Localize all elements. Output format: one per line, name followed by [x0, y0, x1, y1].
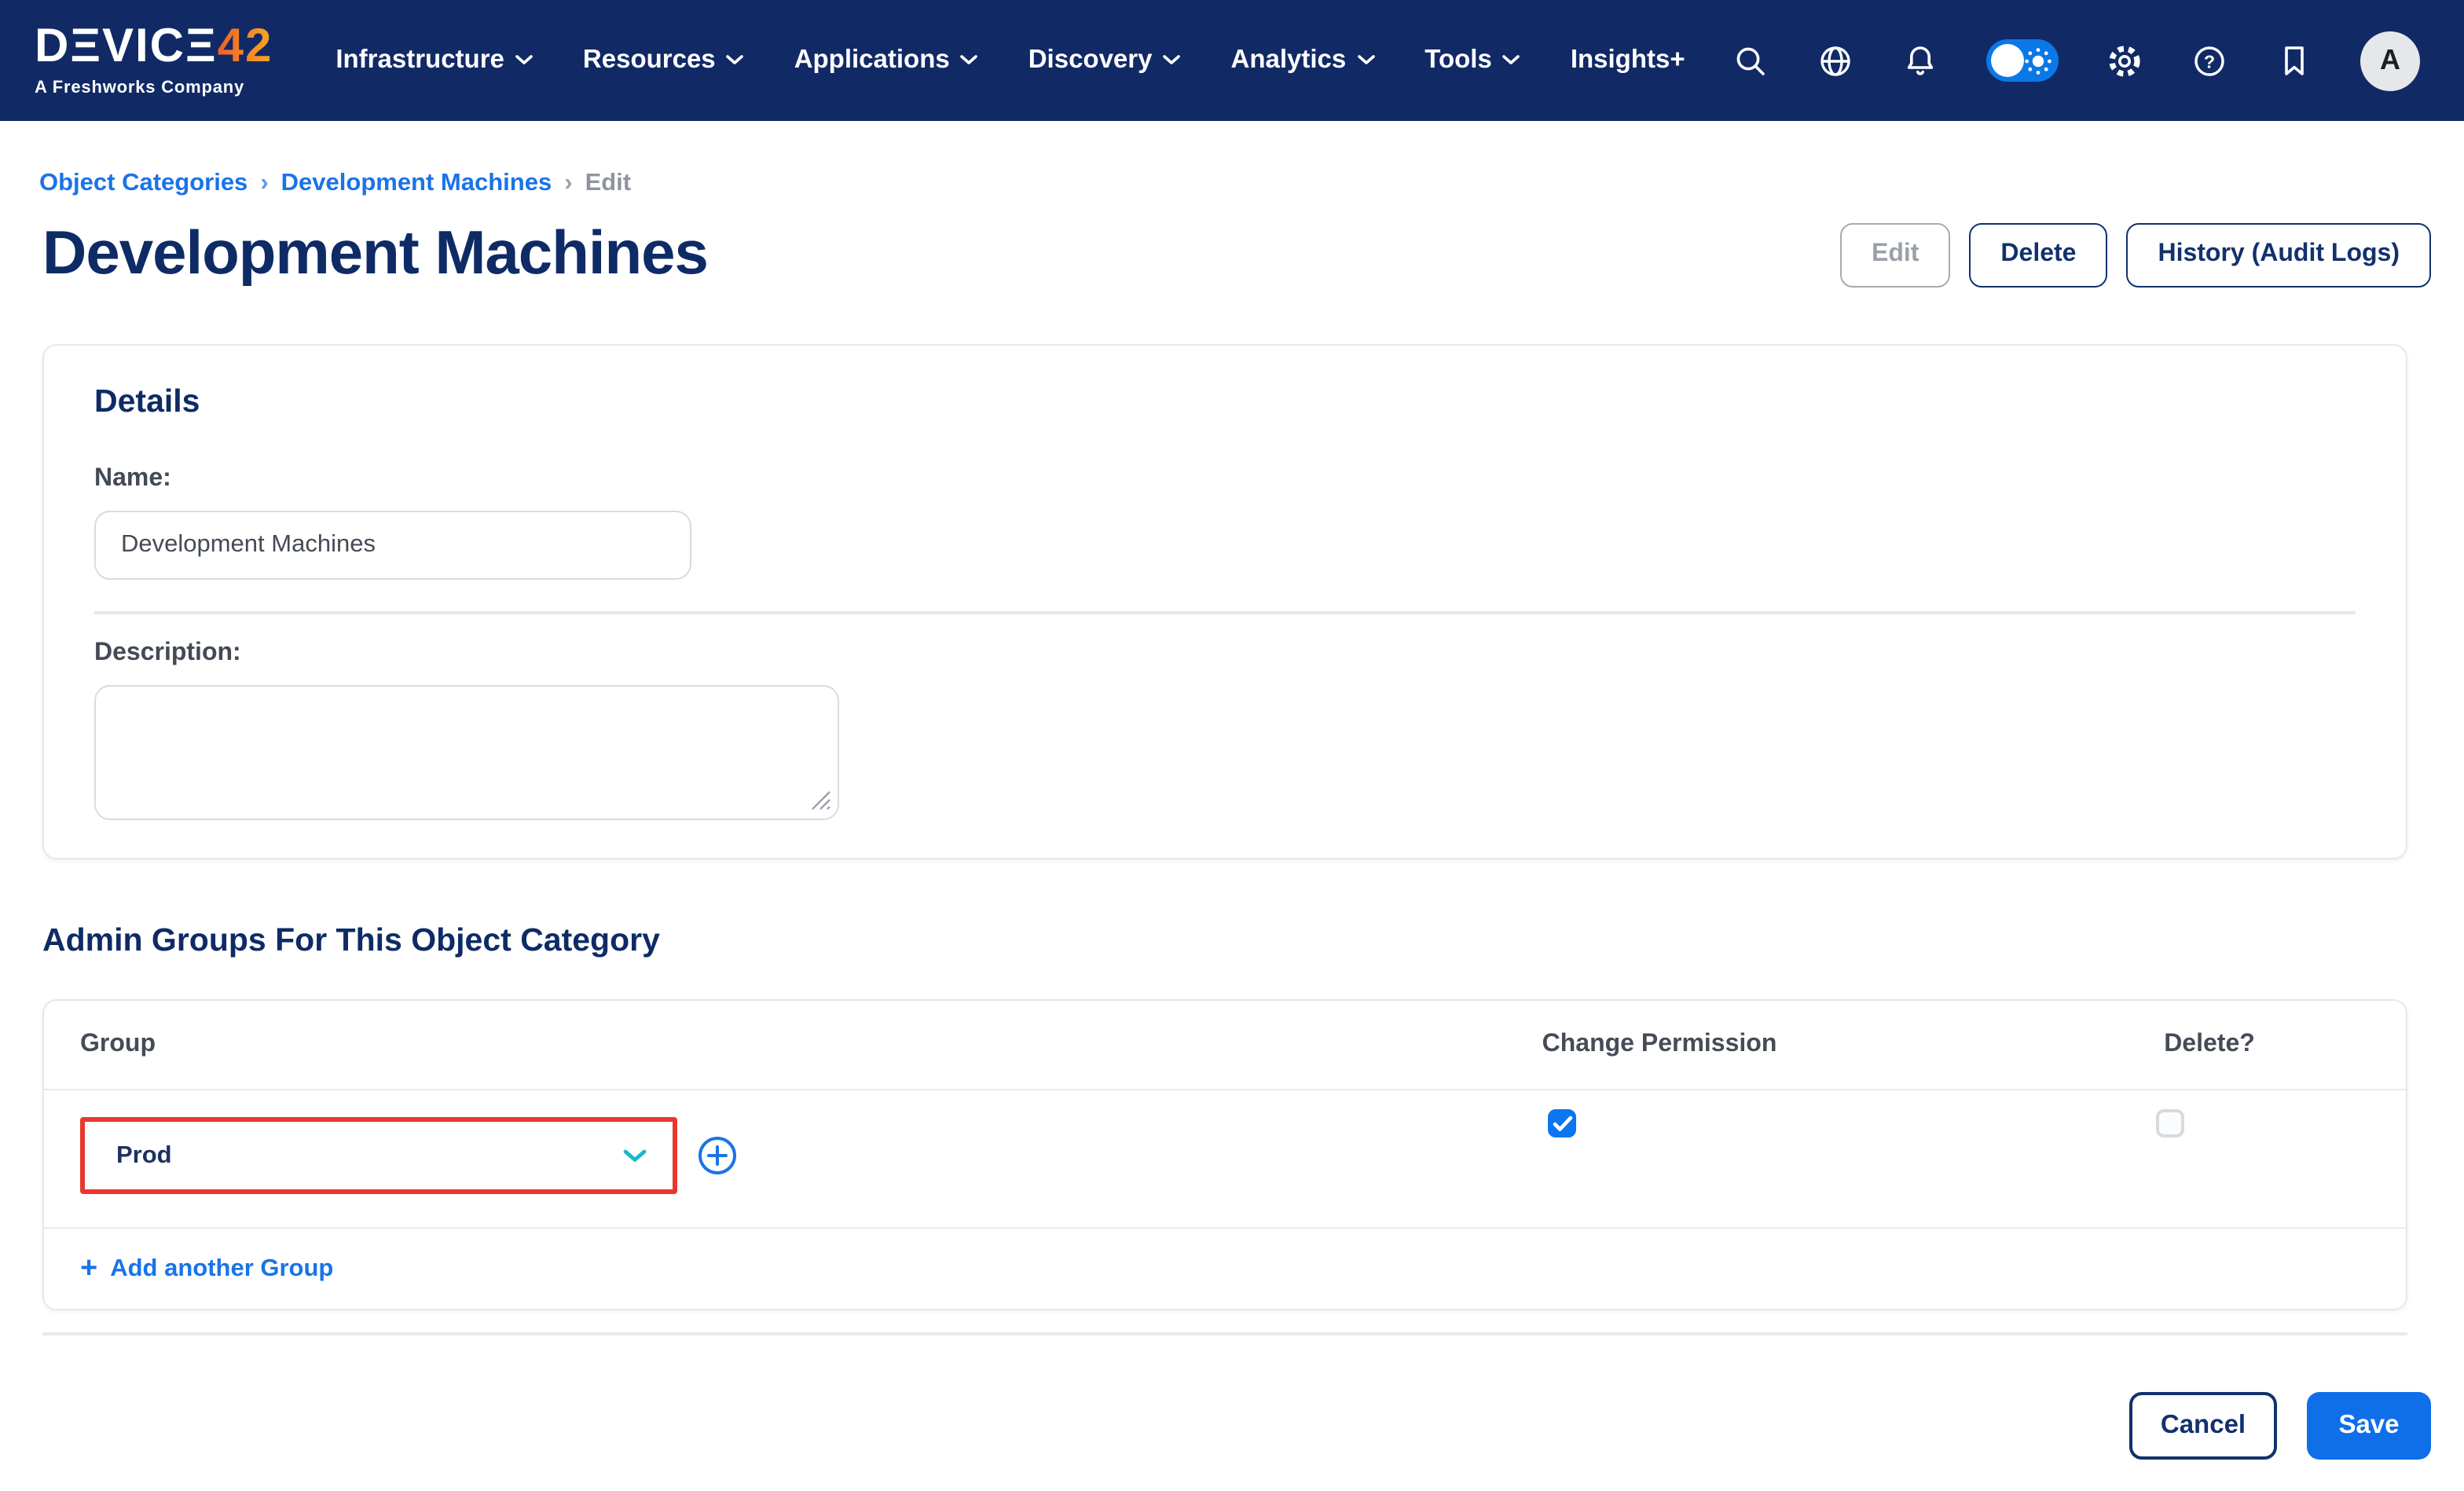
page-header: Development Machines Edit Delete History… [42, 217, 2431, 292]
bookmark-icon[interactable] [2275, 42, 2313, 79]
save-button[interactable]: Save [2307, 1392, 2431, 1460]
help-icon[interactable]: ? [2191, 42, 2228, 79]
logo-word: DΞVICΞ [35, 20, 218, 72]
change-permission-checkbox[interactable] [1548, 1109, 1576, 1137]
column-header-delete: Delete? [2164, 1031, 2255, 1057]
menu-item-insights[interactable]: Insights+ [1546, 0, 1710, 121]
delete-button[interactable]: Delete [1969, 222, 2108, 287]
breadcrumb-object-categories[interactable]: Object Categories [39, 170, 248, 198]
header-actions: Edit Delete History (Audit Logs) [1839, 222, 2431, 287]
main-menu: Infrastructure Resources Applications Di… [310, 0, 1710, 121]
chevron-down-icon [726, 55, 744, 64]
chevron-down-icon [1163, 55, 1181, 64]
avatar[interactable]: A [2360, 31, 2420, 90]
resize-handle-icon[interactable] [811, 790, 831, 811]
description-label: Description: [94, 639, 241, 666]
sun-icon [2025, 47, 2052, 74]
globe-icon[interactable] [1817, 42, 1854, 79]
plus-circle-icon [698, 1137, 736, 1174]
search-icon[interactable] [1732, 42, 1769, 79]
gear-icon[interactable] [2106, 42, 2143, 79]
page-divider [42, 1332, 2407, 1335]
footer-actions: Cancel Save [0, 1392, 2431, 1460]
logo-subtitle: A Freshworks Company [35, 79, 245, 97]
name-label: Name: [94, 465, 171, 492]
menu-item-analytics[interactable]: Analytics [1206, 0, 1400, 121]
admin-groups-table: Group Change Permission Delete? Prod + A… [42, 999, 2407, 1310]
toggle-knob [1991, 44, 2024, 77]
edit-button[interactable]: Edit [1839, 222, 1951, 287]
breadcrumb-current: Edit [585, 170, 632, 196]
name-input[interactable] [94, 511, 691, 580]
theme-toggle[interactable] [1986, 39, 2059, 82]
logo-42: 42 [217, 20, 273, 72]
field-divider [94, 611, 2356, 614]
navbar-right: ? A [1732, 31, 2420, 90]
breadcrumb-development-machines[interactable]: Development Machines [281, 170, 552, 198]
device42-logo-text: DΞVICΞ 42 [35, 20, 273, 72]
device42-logo[interactable]: DΞVICΞ 42 A Freshworks Company [35, 20, 273, 97]
check-icon [1552, 1115, 1572, 1130]
menu-item-infrastructure[interactable]: Infrastructure [310, 0, 558, 121]
menu-item-discovery[interactable]: Discovery [1003, 0, 1206, 121]
menu-item-resources[interactable]: Resources [558, 0, 769, 121]
chevron-down-icon [960, 55, 978, 64]
breadcrumb-separator: › [260, 170, 269, 196]
chevron-down-icon [1503, 55, 1520, 64]
admin-groups-heading: Admin Groups For This Object Category [42, 922, 660, 958]
add-another-group-label: Add another Group [110, 1255, 334, 1281]
details-heading: Details [94, 383, 200, 419]
history-audit-logs-button[interactable]: History (Audit Logs) [2126, 222, 2431, 287]
description-field-wrap [94, 685, 839, 820]
delete-checkbox[interactable] [2156, 1109, 2184, 1137]
breadcrumb-separator: › [564, 170, 573, 196]
page: DΞVICΞ 42 A Freshworks Company Infrastruc… [0, 0, 2464, 1491]
menu-item-applications[interactable]: Applications [769, 0, 1003, 121]
group-select-value: Prod [116, 1141, 172, 1168]
group-select[interactable]: Prod [80, 1117, 677, 1194]
breadcrumb: Object Categories › Development Machines… [39, 170, 2464, 198]
plus-icon: + [80, 1252, 98, 1285]
page-title: Development Machines [42, 220, 709, 288]
column-header-change-permission: Change Permission [1542, 1031, 1777, 1057]
chevron-down-icon [515, 55, 533, 64]
column-header-group: Group [80, 1031, 156, 1057]
svg-text:?: ? [2204, 50, 2215, 71]
menu-item-tools[interactable]: Tools [1399, 0, 1546, 121]
select-chevron-icon [623, 1148, 647, 1161]
add-another-group-link[interactable]: + Add another Group [80, 1254, 333, 1284]
chevron-down-icon [1357, 55, 1375, 64]
details-card: Details Name: Description: [42, 344, 2407, 859]
table-header-row: Group Change Permission Delete? [44, 1001, 2406, 1089]
table-row: Prod [44, 1090, 2406, 1227]
table-footer-row: + Add another Group [44, 1229, 2406, 1309]
description-textarea[interactable] [94, 685, 839, 820]
group-cell: Prod [80, 1117, 1306, 1194]
cancel-button[interactable]: Cancel [2129, 1392, 2277, 1460]
bell-icon[interactable] [1901, 42, 1939, 79]
add-group-plus-button[interactable] [698, 1136, 737, 1175]
top-navbar: DΞVICΞ 42 A Freshworks Company Infrastruc… [0, 0, 2464, 121]
